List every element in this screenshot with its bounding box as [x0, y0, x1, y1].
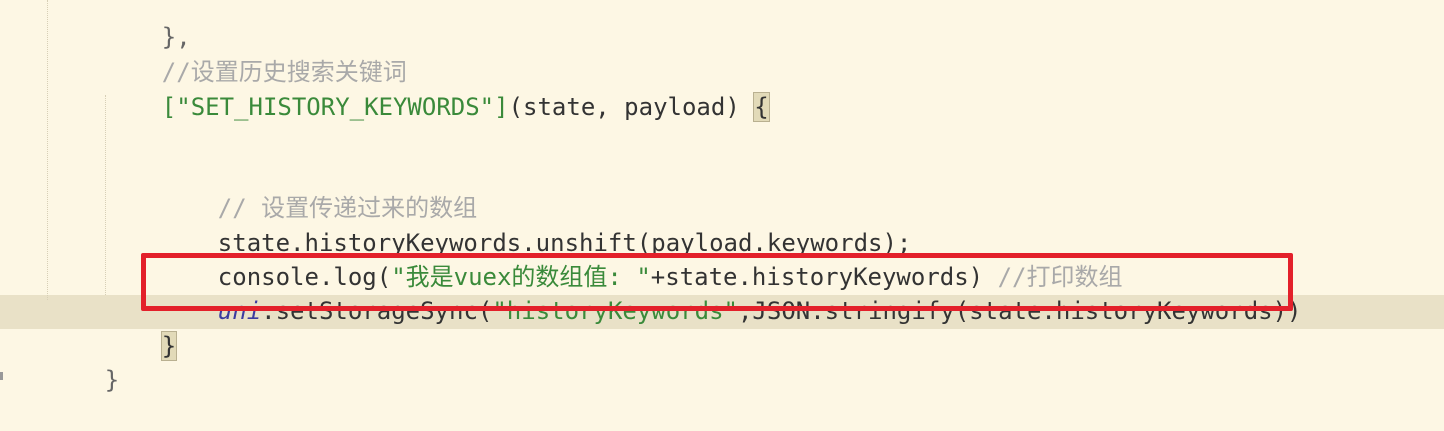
matched-open-brace: {: [753, 92, 770, 122]
code-editor[interactable]: }, //设置历史搜索关键词 ["SET_HISTORY_KEYWORDS"](…: [0, 0, 1444, 426]
indent-guide: [47, 0, 48, 300]
closing-brace: }: [104, 366, 120, 394]
matched-close-brace: }: [160, 331, 178, 361]
gutter-mark: [0, 372, 3, 380]
mutation-key: ["SET_HISTORY_KEYWORDS"]: [161, 93, 509, 121]
code-line-2[interactable]: //设置历史搜索关键词: [104, 21, 407, 86]
code-line-1[interactable]: },: [104, 0, 191, 51]
code-line-10[interactable]: }: [47, 329, 119, 394]
code-line-6[interactable]: state.historyKeywords.unshift(payload.ke…: [160, 192, 912, 257]
red-annotation-box: [141, 253, 1293, 311]
code-line-5[interactable]: // 设置传递过来的数组: [160, 157, 477, 222]
code-line-3[interactable]: ["SET_HISTORY_KEYWORDS"](state, payload)…: [104, 56, 770, 122]
function-params: (state, payload): [508, 93, 755, 121]
